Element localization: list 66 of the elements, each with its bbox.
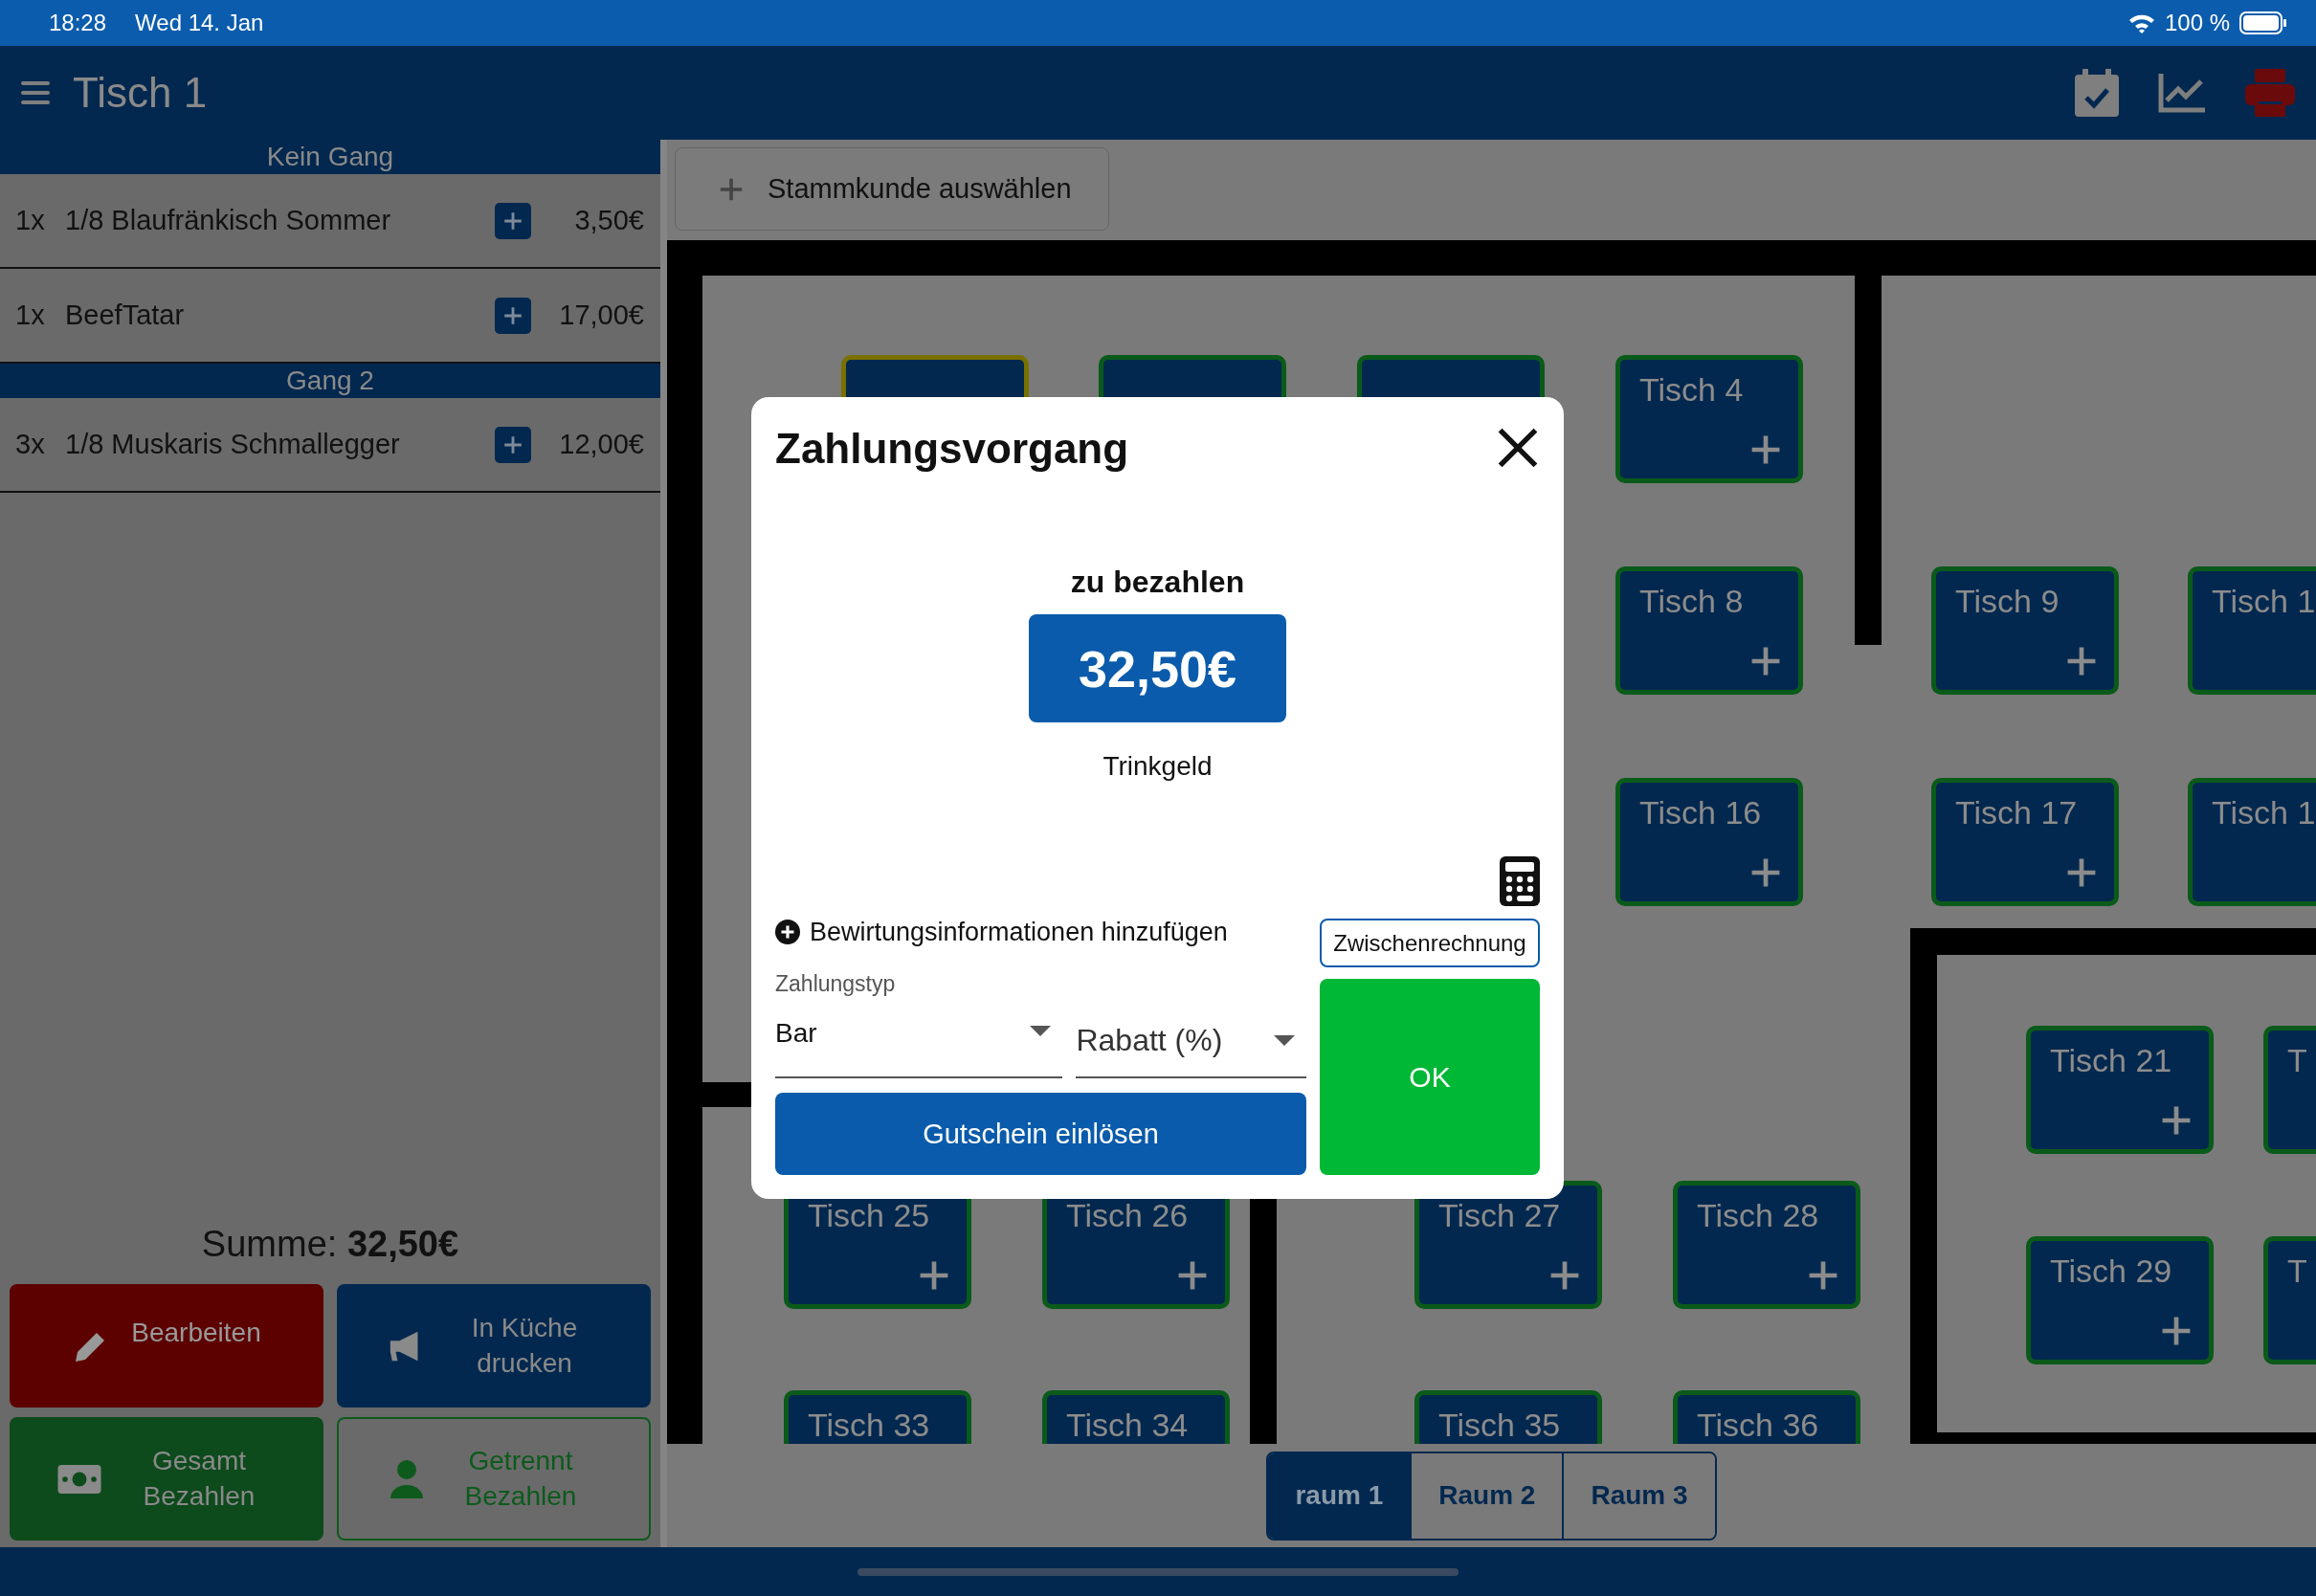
add-button[interactable] <box>495 297 531 334</box>
room-tab[interactable]: Raum 3 <box>1562 1452 1715 1539</box>
caret-icon <box>1274 1034 1295 1047</box>
item-price: 17,00€ <box>558 299 644 331</box>
field-label: Zahlungstyp <box>775 971 897 996</box>
add-button[interactable] <box>495 202 531 239</box>
order-total: Summe: 32,50€ <box>200 1224 460 1265</box>
plus-icon <box>502 433 523 455</box>
item-quantity: 1x <box>15 299 46 331</box>
action-button[interactable]: Bearbeiten <box>10 1284 323 1408</box>
customer-button[interactable]: Stammkunde auswählen <box>675 147 1109 231</box>
table-button[interactable]: Tisch 35 <box>1414 1390 1602 1444</box>
calendar-check-icon[interactable] <box>2075 69 2119 117</box>
discount-select[interactable]: Rabatt (%) <box>1076 1005 1306 1078</box>
ok-button[interactable]: OK <box>1320 979 1540 1175</box>
calculator-icon[interactable] <box>1500 856 1540 906</box>
dialog-title: Zahlungsvorgang <box>775 425 1129 473</box>
table-button[interactable]: Tisch 21 <box>2026 1026 2214 1154</box>
page-title: Tisch 1 <box>73 69 209 117</box>
table-button[interactable]: Tisch 29 <box>2026 1236 2214 1364</box>
item-name: 1/8 Blaufränkisch Sommer <box>65 205 392 236</box>
table-button[interactable]: Tisch 17 <box>1931 778 2119 906</box>
plus-icon <box>502 210 523 232</box>
action-button[interactable]: Gesamt Bezahlen <box>10 1417 323 1541</box>
action-button[interactable]: In Küche drucken <box>337 1284 651 1408</box>
table-button[interactable]: Tisch 28 <box>1673 1181 1860 1309</box>
due-label: zu bezahlen <box>1070 564 1245 600</box>
item-quantity: 3x <box>15 429 46 460</box>
battery-level: 100 % <box>2164 10 2230 36</box>
plus-icon <box>502 304 523 326</box>
payment-type-select[interactable]: Bar <box>775 1005 1063 1078</box>
table-button[interactable]: Tisch 4 <box>1615 355 1803 483</box>
tip-label: Trinkgeld <box>1102 750 1213 783</box>
caret-icon <box>1030 1026 1052 1037</box>
table-button[interactable]: Tisch 36 <box>1673 1390 1860 1444</box>
item-name: BeefTatar <box>65 299 186 331</box>
banknote-icon <box>57 1464 101 1494</box>
course-header: Kein Gang <box>0 140 660 174</box>
hospitality-link[interactable]: Bewirtungsinformationen hinzufügen <box>775 913 1306 951</box>
plus-circle-icon <box>775 920 800 944</box>
battery-icon <box>2239 11 2287 34</box>
menu-icon[interactable] <box>21 80 50 105</box>
item-price: 12,00€ <box>558 429 644 460</box>
add-button[interactable] <box>495 426 531 463</box>
wifi-icon <box>2127 12 2155 33</box>
voucher-button[interactable]: Gutschein einlösen <box>775 1093 1306 1175</box>
table-button[interactable]: Tisch 1 <box>2188 778 2316 906</box>
table-button[interactable]: T <box>2263 1236 2316 1364</box>
table-button[interactable]: T <box>2263 1026 2316 1154</box>
table-button[interactable]: Tisch 34 <box>1042 1390 1230 1444</box>
item-quantity: 1x <box>15 205 46 236</box>
table-button[interactable]: Tisch 9 <box>1931 566 2119 695</box>
person-icon <box>390 1459 423 1498</box>
table-button[interactable]: Tisch 16 <box>1615 778 1803 906</box>
table-button[interactable]: Tisch 33 <box>784 1390 971 1444</box>
course-header: Gang 2 <box>0 364 660 398</box>
item-price: 3,50€ <box>573 205 644 236</box>
interim-bill-button[interactable]: Zwischenrechnung <box>1320 919 1540 967</box>
line-chart-icon[interactable] <box>2157 72 2207 114</box>
room-tab[interactable]: raum 1 <box>1268 1452 1411 1539</box>
amount-display: 32,50€ <box>1029 614 1286 722</box>
table-button[interactable]: Tisch 8 <box>1615 566 1803 695</box>
status-date: Wed 14. Jan <box>135 10 264 36</box>
item-name: 1/8 Muskaris Schmallegger <box>65 429 401 460</box>
status-time: 18:28 <box>49 10 107 36</box>
table-button[interactable]: Tisch 1 <box>2188 566 2316 695</box>
